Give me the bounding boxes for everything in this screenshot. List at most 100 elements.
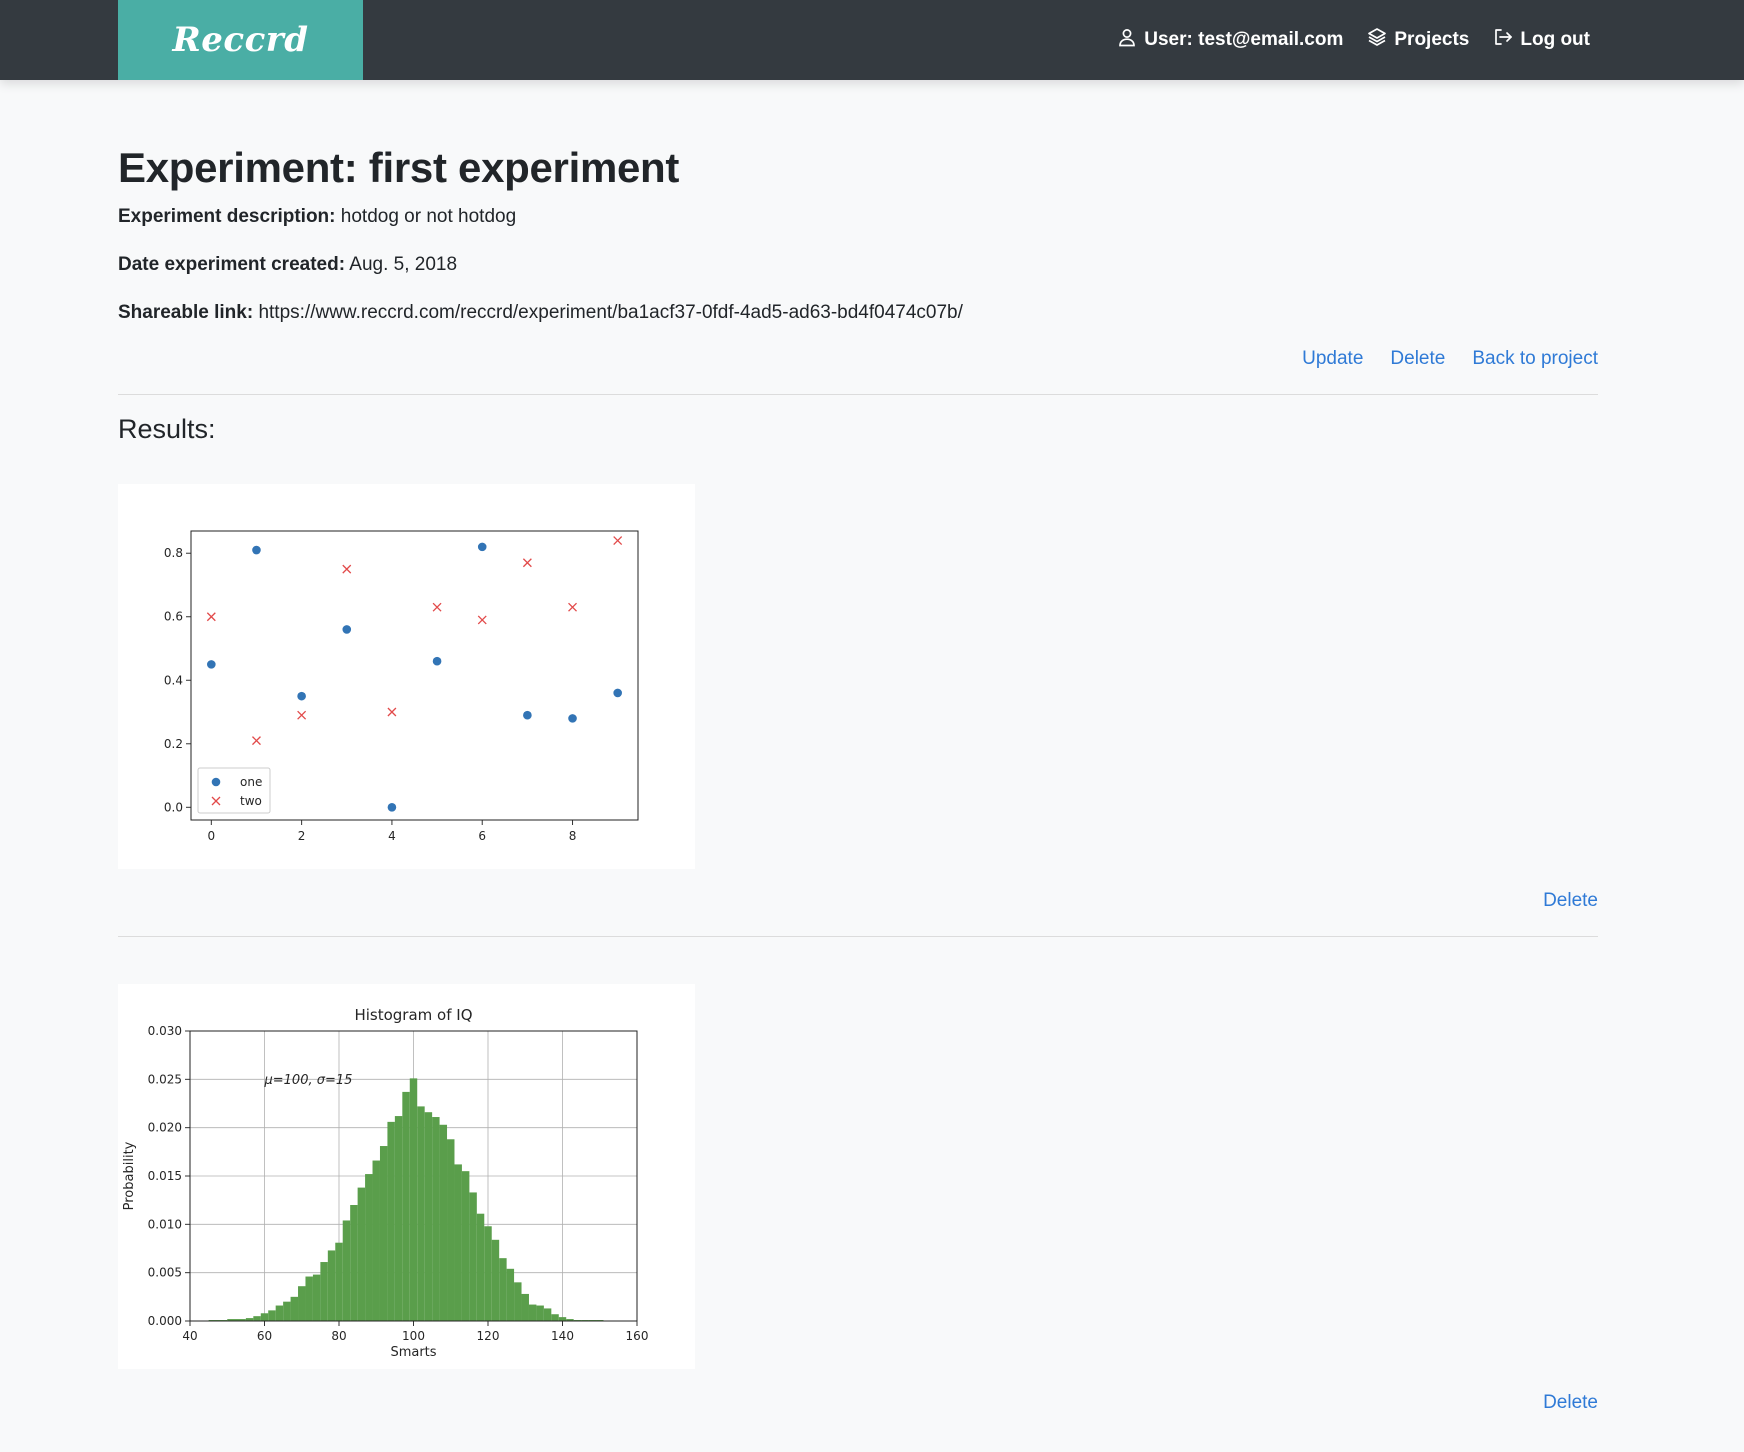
- navbar: Reccrd User: test@email.com Projects Log…: [0, 0, 1744, 80]
- projects-link[interactable]: Projects: [1367, 27, 1469, 53]
- scatter-point-two: [568, 602, 577, 612]
- histogram-bar: [551, 1314, 559, 1321]
- y-tick-label: 0.8: [164, 546, 183, 560]
- result-figure-scatter: 0 2 4 6 8 0.0 0.2 0.4 0.6 0.8 one two: [118, 484, 695, 869]
- histogram-bar: [447, 1139, 455, 1321]
- y-tick-label: 0.000: [148, 1314, 182, 1328]
- scatter-point-one: [568, 714, 577, 723]
- histogram-bar: [298, 1286, 306, 1321]
- histogram-bar: [402, 1091, 410, 1321]
- histogram-bar: [409, 1078, 418, 1321]
- histogram-bar: [491, 1239, 500, 1321]
- histogram-bar: [387, 1121, 395, 1321]
- update-button[interactable]: Update: [1302, 348, 1363, 370]
- histogram-bar: [558, 1317, 567, 1321]
- brand-logo[interactable]: Reccrd: [118, 0, 363, 80]
- histogram-bar: [335, 1242, 343, 1321]
- histogram-bar: [283, 1301, 291, 1321]
- histogram-bar: [543, 1308, 552, 1321]
- result-1-actions: Delete: [1543, 890, 1598, 912]
- delete-result-1-button[interactable]: Delete: [1543, 890, 1598, 912]
- projects-label: Projects: [1394, 29, 1470, 50]
- y-tick-label: 0.015: [148, 1169, 182, 1183]
- histogram-bar: [499, 1258, 507, 1321]
- histogram-bar: [260, 1313, 269, 1321]
- histogram-bar: [320, 1262, 328, 1321]
- histogram-bar: [432, 1117, 440, 1321]
- x-tick-label: 160: [626, 1329, 649, 1343]
- histogram-bar: [469, 1192, 477, 1321]
- histogram-bar: [417, 1106, 425, 1321]
- histogram-bar: [528, 1304, 537, 1321]
- y-tick-label: 0.005: [148, 1266, 182, 1280]
- scatter-chart: 0 2 4 6 8 0.0 0.2 0.4 0.6 0.8 one two: [164, 530, 639, 843]
- chart-annotation: μ=100, σ=15: [264, 1073, 353, 1088]
- shareable-link[interactable]: https://www.reccrd.com/reccrd/experiment…: [258, 302, 962, 323]
- histogram-bar: [506, 1268, 515, 1321]
- delete-experiment-button[interactable]: Delete: [1390, 348, 1445, 370]
- x-axis-label: Smarts: [390, 1345, 436, 1360]
- histogram-bar: [290, 1296, 299, 1321]
- divider: [118, 394, 1598, 395]
- scatter-point-one: [477, 542, 487, 552]
- y-tick-label: 0.2: [164, 737, 183, 751]
- chart-title: Histogram of IQ: [354, 1006, 472, 1024]
- y-tick-label: 0.025: [148, 1072, 182, 1086]
- description-label: Experiment description:: [118, 206, 336, 227]
- legend-label-two: two: [240, 794, 262, 808]
- page-title: Experiment: first experiment: [118, 144, 680, 191]
- user-icon: [1117, 27, 1137, 53]
- scatter-point-one: [432, 656, 442, 666]
- y-tick-label: 0.0: [164, 800, 183, 814]
- user-link[interactable]: User: test@email.com: [1117, 27, 1343, 53]
- layers-icon: [1367, 27, 1387, 53]
- scatter-point-two: [206, 612, 216, 622]
- logout-label: Log out: [1520, 29, 1590, 50]
- x-tick-label: 4: [388, 829, 396, 843]
- histogram-bar: [268, 1310, 276, 1321]
- scatter-point-two: [342, 564, 352, 574]
- y-tick-label: 0.010: [148, 1217, 182, 1231]
- histogram-bar: [275, 1305, 284, 1321]
- histogram-bar: [365, 1174, 373, 1321]
- histogram-chart: 40 60 80 100 120 140 160 0.000 0.005 0.010 0.015 0.…: [122, 1006, 649, 1360]
- result-2-actions: Delete: [1543, 1392, 1598, 1414]
- scatter-point-one: [613, 688, 622, 698]
- experiment-actions: Update Delete Back to project: [1302, 348, 1598, 370]
- histogram-bar: [476, 1213, 485, 1321]
- date-value: Aug. 5, 2018: [349, 254, 458, 275]
- scatter-point-one: [297, 691, 306, 701]
- histogram-bar: [357, 1187, 366, 1321]
- x-tick-label: 40: [182, 1329, 197, 1343]
- logout-link[interactable]: Log out: [1493, 27, 1590, 53]
- scatter-point-one: [342, 625, 352, 634]
- logout-icon: [1493, 27, 1513, 53]
- x-tick-label: 100: [402, 1329, 425, 1343]
- scatter-point-one: [207, 660, 216, 669]
- scatter-point-two: [297, 710, 307, 720]
- legend-marker-one: [211, 777, 221, 787]
- histogram-bar: [305, 1276, 313, 1321]
- histogram-bar: [536, 1305, 544, 1321]
- histogram-bar: [484, 1226, 492, 1321]
- scatter-point-two: [522, 558, 532, 568]
- x-tick-label: 140: [551, 1329, 574, 1343]
- scatter-point-two: [432, 602, 442, 612]
- x-tick-label: 2: [298, 829, 306, 843]
- delete-result-2-button[interactable]: Delete: [1543, 1392, 1598, 1414]
- x-tick-label: 0: [207, 829, 215, 843]
- scatter-point-two: [387, 707, 397, 717]
- scatter-point-two: [477, 615, 487, 625]
- experiment-date: Date experiment created: Aug. 5, 2018: [118, 254, 457, 276]
- histogram-bar: [327, 1250, 336, 1321]
- x-tick-label: 6: [478, 829, 486, 843]
- y-tick-label: 0.6: [164, 610, 183, 624]
- divider: [118, 936, 1598, 937]
- experiment-link: Shareable link: https://www.reccrd.com/r…: [118, 302, 963, 324]
- back-to-project-button[interactable]: Back to project: [1472, 348, 1598, 370]
- x-tick-label: 120: [477, 1329, 500, 1343]
- user-label: User: test@email.com: [1144, 29, 1344, 50]
- link-label: Shareable link:: [118, 302, 254, 323]
- scatter-point-one: [523, 710, 532, 720]
- results-heading: Results:: [118, 414, 216, 444]
